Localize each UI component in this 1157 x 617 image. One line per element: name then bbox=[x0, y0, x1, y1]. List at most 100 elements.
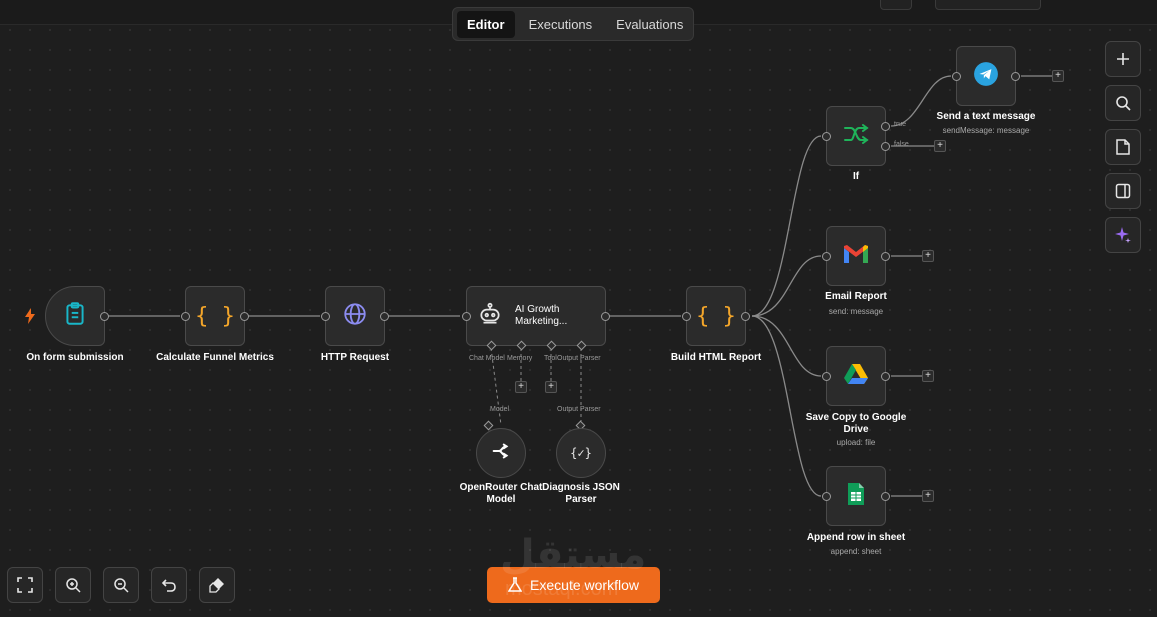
node-save-to-google-drive[interactable] bbox=[822, 346, 890, 406]
watermark: مستقل bbox=[500, 533, 647, 577]
zoom-in-icon bbox=[66, 578, 81, 593]
input-port[interactable] bbox=[822, 132, 831, 141]
fit-view-icon bbox=[17, 577, 33, 593]
input-port[interactable] bbox=[952, 72, 961, 81]
port-label: Chat Model bbox=[469, 355, 505, 362]
add-node-button[interactable]: + bbox=[1052, 70, 1064, 82]
connection bbox=[751, 315, 822, 377]
output-port[interactable] bbox=[741, 312, 750, 321]
node-build-html-report[interactable]: { } bbox=[682, 286, 750, 346]
port-label: Output Parser bbox=[557, 406, 601, 413]
node-telegram-send-message[interactable] bbox=[952, 46, 1020, 106]
gmail-icon bbox=[843, 244, 869, 269]
output-port[interactable] bbox=[380, 312, 389, 321]
input-port[interactable] bbox=[181, 312, 190, 321]
lightning-icon bbox=[25, 308, 35, 324]
node-label: AI Growth Marketing... bbox=[515, 304, 568, 327]
node-label: Email Report bbox=[825, 291, 887, 302]
add-node-button[interactable]: + bbox=[934, 140, 946, 152]
zoom-out-button[interactable] bbox=[103, 567, 139, 603]
add-sticky-note-button[interactable] bbox=[1105, 129, 1141, 165]
sticky-note-icon bbox=[1116, 139, 1130, 155]
code-braces-icon: { } bbox=[696, 303, 736, 329]
add-tool-button[interactable]: + bbox=[545, 381, 557, 393]
node-label: OpenRouter Chat Model bbox=[459, 482, 543, 505]
input-port[interactable] bbox=[321, 312, 330, 321]
add-memory-button[interactable]: + bbox=[515, 381, 527, 393]
search-nodes-button[interactable] bbox=[1105, 85, 1141, 121]
add-node-panel-button[interactable] bbox=[1105, 41, 1141, 77]
node-openrouter-chat-model[interactable] bbox=[476, 428, 526, 478]
globe-icon bbox=[342, 301, 368, 332]
connection bbox=[751, 315, 822, 497]
output-port[interactable] bbox=[100, 312, 109, 321]
connection bbox=[751, 255, 822, 317]
port-label: Output Parser bbox=[557, 355, 601, 362]
undo-button[interactable] bbox=[151, 567, 187, 603]
telegram-icon bbox=[973, 61, 999, 92]
toggle-panel-button[interactable] bbox=[1105, 173, 1141, 209]
node-label: Calculate Funnel Metrics bbox=[156, 352, 274, 363]
node-http-request[interactable] bbox=[321, 286, 389, 346]
node-diagnosis-json-parser[interactable]: {✓} bbox=[556, 428, 606, 478]
node-label: If bbox=[852, 171, 860, 182]
node-ai-agent[interactable]: AI Growth Marketing... bbox=[462, 286, 610, 351]
node-if[interactable] bbox=[822, 106, 890, 166]
port-label: Memory bbox=[507, 355, 533, 362]
branch-label: true bbox=[894, 121, 907, 128]
node-subtitle: upload: file bbox=[836, 438, 876, 447]
zoom-in-button[interactable] bbox=[55, 567, 91, 603]
node-email-report[interactable] bbox=[822, 226, 890, 286]
branch-icon bbox=[842, 122, 870, 151]
output-port[interactable] bbox=[881, 372, 890, 381]
input-port[interactable] bbox=[822, 492, 831, 501]
node-subtitle: append: sheet bbox=[830, 547, 882, 556]
input-port[interactable] bbox=[462, 312, 471, 321]
clipboard-icon bbox=[62, 301, 88, 332]
add-node-button[interactable]: + bbox=[922, 250, 934, 262]
ai-assistant-button[interactable] bbox=[1105, 217, 1141, 253]
output-port[interactable] bbox=[881, 492, 890, 501]
input-port[interactable] bbox=[822, 372, 831, 381]
google-drive-icon bbox=[843, 363, 869, 390]
port-label: Tool bbox=[544, 355, 557, 362]
output-port[interactable] bbox=[240, 312, 249, 321]
robot-icon bbox=[477, 301, 503, 332]
add-node-button[interactable]: + bbox=[922, 490, 934, 502]
node-label: HTTP Request bbox=[320, 352, 390, 363]
node-subtitle: sendMessage: message bbox=[942, 126, 1030, 135]
node-append-row-sheet[interactable] bbox=[822, 466, 890, 526]
output-port[interactable] bbox=[1011, 72, 1020, 81]
node-label: On form submission bbox=[26, 352, 124, 363]
clear-execution-button[interactable] bbox=[199, 567, 235, 603]
false-output-port[interactable] bbox=[881, 142, 890, 151]
clear-icon bbox=[209, 578, 224, 593]
node-label: Send a text message bbox=[936, 111, 1036, 122]
node-label: Save Copy to Google Drive bbox=[805, 412, 907, 435]
input-port[interactable] bbox=[822, 252, 831, 261]
branch-label: false bbox=[894, 141, 909, 148]
sparkle-icon bbox=[1115, 227, 1131, 243]
output-port[interactable] bbox=[881, 252, 890, 261]
input-port[interactable] bbox=[682, 312, 691, 321]
port-label: Model bbox=[490, 406, 510, 413]
json-parser-icon: {✓} bbox=[570, 446, 592, 460]
search-icon bbox=[1116, 96, 1131, 111]
openrouter-icon bbox=[490, 440, 512, 467]
fit-view-button[interactable] bbox=[7, 567, 43, 603]
undo-icon bbox=[161, 579, 176, 592]
node-label: Diagnosis JSON Parser bbox=[542, 482, 620, 505]
add-node-button[interactable]: + bbox=[922, 370, 934, 382]
output-port[interactable] bbox=[601, 312, 610, 321]
node-form-trigger[interactable] bbox=[45, 286, 109, 346]
watermark-latin: mostaql.com bbox=[505, 578, 619, 600]
connection bbox=[751, 135, 822, 317]
code-braces-icon: { } bbox=[195, 303, 235, 329]
node-calculate-funnel-metrics[interactable]: { } bbox=[181, 286, 249, 346]
true-output-port[interactable] bbox=[881, 122, 890, 131]
node-label: Append row in sheet bbox=[806, 532, 906, 543]
google-sheets-icon bbox=[846, 482, 866, 511]
zoom-out-icon bbox=[114, 578, 129, 593]
node-label: Build HTML Report bbox=[670, 352, 762, 363]
plus-icon bbox=[1117, 53, 1129, 65]
